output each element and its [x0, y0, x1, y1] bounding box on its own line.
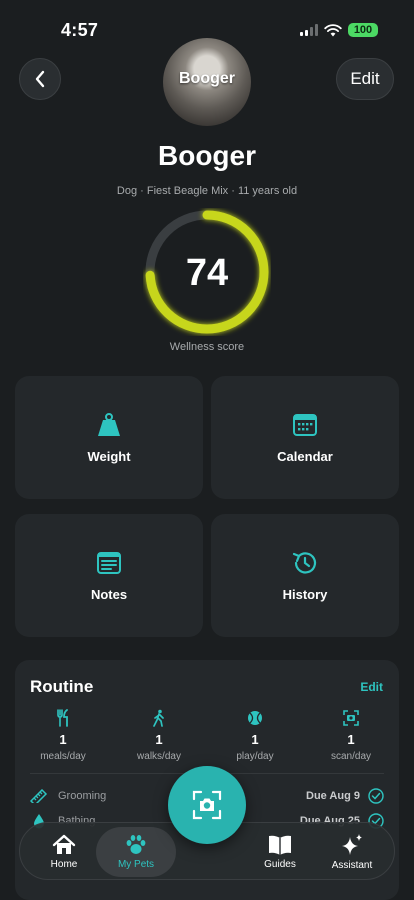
- sparkle-icon: [342, 834, 362, 855]
- notes-icon: [95, 549, 123, 577]
- back-button[interactable]: [19, 58, 61, 100]
- comb-icon: [30, 789, 48, 803]
- wellness-score-value: 74: [185, 252, 229, 294]
- calendar-tile[interactable]: Calendar: [211, 376, 399, 499]
- tab-label: My Pets: [117, 859, 155, 870]
- scan-button[interactable]: [168, 766, 246, 844]
- scan-icon: [343, 708, 359, 728]
- scan-unit: scan/day: [330, 751, 372, 762]
- history-tile-label: History: [282, 587, 328, 602]
- routine-stat-meals[interactable]: 1 meals/day: [15, 708, 111, 762]
- home-icon: [52, 834, 76, 854]
- wellness-score-label: Wellness score: [169, 341, 245, 353]
- routine-stats: 1 meals/day 1 walks/day 1 play/day 1 sca…: [15, 708, 399, 762]
- routine-edit-button[interactable]: Edit: [360, 680, 383, 694]
- routine-title: Routine: [30, 677, 94, 696]
- wifi-icon: [324, 23, 342, 36]
- weight-icon: [95, 411, 123, 439]
- weight-tile-label: Weight: [87, 449, 131, 464]
- check-circle-icon[interactable]: [368, 788, 384, 804]
- ball-icon: [247, 708, 263, 728]
- notes-tile[interactable]: Notes: [15, 514, 203, 637]
- play-unit: play/day: [236, 751, 274, 762]
- routine-stat-scan[interactable]: 1 scan/day: [303, 708, 399, 762]
- utensils-icon: [56, 708, 70, 728]
- avatar-label: Booger: [179, 70, 235, 87]
- meals-unit: meals/day: [40, 751, 86, 762]
- weight-tile[interactable]: Weight: [15, 376, 203, 499]
- scan-count: 1: [347, 732, 355, 747]
- paw-icon: [126, 835, 146, 854]
- routine-stat-play[interactable]: 1 play/day: [207, 708, 303, 762]
- walking-icon: [152, 708, 166, 728]
- edit-pet-button[interactable]: Edit: [336, 58, 394, 100]
- pet-details: Dog · Fiest Beagle Mix · 11 years old: [116, 185, 298, 197]
- book-icon: [269, 835, 291, 855]
- notes-tile-label: Notes: [90, 587, 128, 602]
- meals-count: 1: [59, 732, 67, 747]
- chevron-left-icon: [35, 70, 45, 88]
- calendar-icon: [291, 411, 319, 439]
- tab-label: Assistant: [331, 860, 373, 871]
- routine-stat-walks[interactable]: 1 walks/day: [111, 708, 207, 762]
- walks-count: 1: [155, 732, 163, 747]
- task-name: Grooming: [58, 790, 107, 802]
- tab-home[interactable]: Home: [36, 823, 92, 881]
- pet-name: Booger: [158, 140, 256, 171]
- tab-my-pets[interactable]: My Pets: [104, 823, 168, 881]
- pet-avatar[interactable]: Booger: [163, 38, 251, 126]
- tab-guides[interactable]: Guides: [252, 823, 308, 881]
- history-icon: [291, 549, 319, 577]
- tab-label: Home: [50, 859, 78, 870]
- calendar-tile-label: Calendar: [277, 449, 333, 464]
- walks-unit: walks/day: [137, 751, 181, 762]
- tab-label: Guides: [264, 859, 296, 870]
- camera-scan-icon: [192, 790, 222, 820]
- status-icons: 100: [300, 23, 378, 37]
- play-count: 1: [251, 732, 259, 747]
- tab-assistant[interactable]: Assistant: [320, 823, 384, 881]
- battery-indicator: 100: [348, 23, 378, 37]
- cellular-signal-icon: [300, 24, 318, 36]
- task-due: Due Aug 9: [306, 790, 360, 802]
- status-time: 4:57: [61, 20, 99, 40]
- history-tile[interactable]: History: [211, 514, 399, 637]
